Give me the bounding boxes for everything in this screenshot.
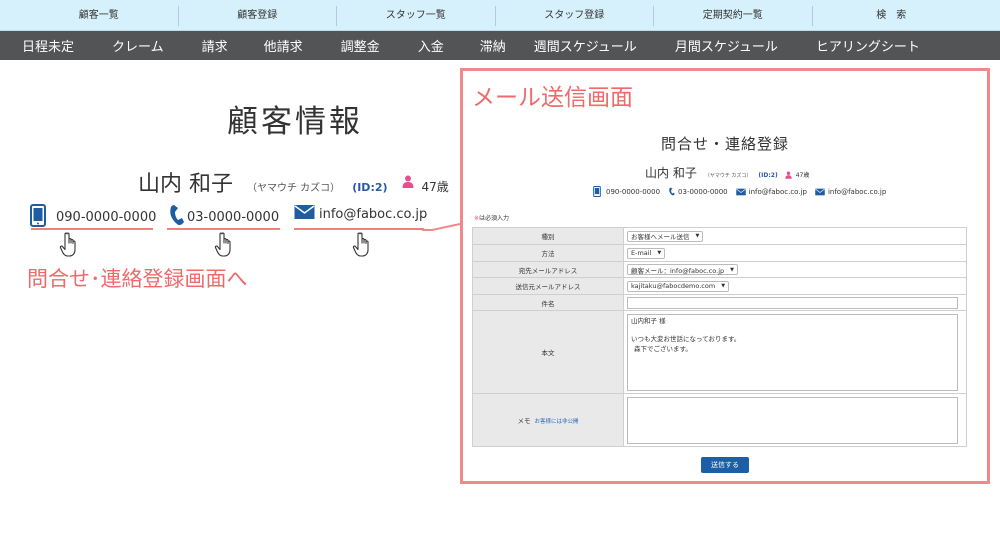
form-email-1[interactable]: info@faboc.co.jp bbox=[735, 187, 807, 196]
customer-age: 47歳 bbox=[421, 180, 449, 194]
mail-icon bbox=[294, 204, 315, 224]
top-nav-staff-list[interactable]: スタッフ一覧 bbox=[337, 6, 496, 26]
annotation-inquiry-label: 問合せ･連絡登録画面へ bbox=[27, 267, 248, 291]
send-button[interactable]: 送信する bbox=[701, 457, 749, 473]
required-note: ※は必須入力 bbox=[474, 213, 509, 222]
body-label: 本文 bbox=[472, 310, 624, 394]
nav-arrears[interactable]: 滞納 bbox=[480, 36, 506, 55]
body-textarea[interactable]: 山内和子 様 いつも大変お世話になっております。 森下でございます。 bbox=[627, 313, 958, 391]
mobile-number: 090-0000-0000 bbox=[56, 210, 157, 225]
subject-label: 件名 bbox=[472, 294, 624, 311]
person-icon bbox=[402, 173, 414, 192]
customer-name: 山内 和子 bbox=[138, 172, 233, 197]
form-customer-kana: （ヤマウチ カズコ） bbox=[704, 173, 752, 179]
top-nav-search[interactable]: 検 索 bbox=[813, 6, 971, 26]
top-nav-customer-register[interactable]: 顧客登録 bbox=[179, 6, 337, 26]
form-email-address-1: info@faboc.co.jp bbox=[748, 187, 807, 196]
memo-label-cell: メモ お客様には非公開 bbox=[472, 393, 624, 447]
mail-icon bbox=[735, 188, 746, 195]
body-line: いつも大変お世話になっております。 bbox=[631, 335, 741, 343]
form-mobile[interactable]: 090-0000-0000 bbox=[593, 186, 660, 197]
subject-input[interactable] bbox=[627, 296, 958, 309]
phone-number: 03-0000-0000 bbox=[187, 209, 280, 225]
chevron-down-icon: ▼ bbox=[730, 266, 734, 273]
chevron-down-icon: ▼ bbox=[657, 250, 662, 256]
customer-name-line: 山内 和子 （ヤマウチ カズコ） (ID:2) 47歳 bbox=[138, 166, 449, 198]
body-line: 山内和子 様 bbox=[631, 316, 666, 325]
form-contacts: 090-0000-0000 03-0000-0000 info@faboc.co… bbox=[593, 186, 894, 197]
mobile-underline bbox=[31, 228, 153, 230]
from-label: 送信元メールアドレス bbox=[472, 277, 624, 295]
form-email-address-2: info@faboc.co.jp bbox=[827, 187, 887, 196]
memo-label: メモ bbox=[517, 417, 531, 425]
phone-link[interactable]: 03-0000-0000 bbox=[167, 204, 279, 230]
form-customer-id: (ID:2) bbox=[758, 172, 778, 179]
nav-hearing-sheet[interactable]: ヒアリングシート bbox=[816, 36, 920, 55]
customer-kana: （ヤマウチ カズコ） bbox=[247, 183, 341, 194]
top-nav-customer-list[interactable]: 顧客一覧 bbox=[20, 6, 179, 26]
form-customer-age: 47歳 bbox=[795, 172, 810, 179]
customer-id: (ID:2) bbox=[352, 181, 388, 194]
required-note-text: は必須入力 bbox=[479, 215, 510, 222]
kind-select[interactable]: お客様へメール送信 ▼ bbox=[627, 230, 704, 242]
form-email-2[interactable]: info@faboc.co.jp bbox=[815, 188, 886, 196]
nav-weekly-schedule[interactable]: 週間スケジュール bbox=[534, 36, 637, 55]
hand-pointer-icon bbox=[214, 232, 231, 257]
row-to: 宛先メールアドレス 顧客メール：info@faboc.co.jp ▼ bbox=[472, 261, 967, 278]
to-select[interactable]: 顧客メール：info@faboc.co.jp ▼ bbox=[627, 264, 738, 275]
hand-pointer-icon bbox=[59, 232, 76, 257]
row-kind: 種別 お客様へメール送信 ▼ bbox=[472, 227, 967, 245]
to-label: 宛先メールアドレス bbox=[472, 261, 624, 278]
connector-line bbox=[422, 223, 461, 231]
phone-icon bbox=[167, 204, 185, 230]
phone-icon bbox=[669, 187, 675, 196]
top-nav: 顧客一覧 顧客登録 スタッフ一覧 スタッフ登録 定期契約一覧 検 索 bbox=[0, 0, 1000, 31]
row-subject: 件名 bbox=[472, 294, 967, 311]
email-underline bbox=[294, 228, 424, 230]
nav-other-billing[interactable]: 他請求 bbox=[264, 36, 303, 55]
form-customer-name: 山内 和子 bbox=[645, 166, 697, 180]
top-nav-staff-register[interactable]: スタッフ登録 bbox=[496, 6, 654, 26]
method-select[interactable]: E-mail ▼ bbox=[627, 247, 666, 259]
memo-note: お客様には非公開 bbox=[534, 419, 579, 425]
nav-monthly-schedule[interactable]: 月間スケジュール bbox=[675, 36, 778, 55]
email-link[interactable]: info@faboc.co.jp bbox=[294, 204, 427, 224]
chevron-down-icon: ▼ bbox=[721, 283, 726, 289]
memo-textarea[interactable] bbox=[627, 396, 958, 444]
mobile-phone-icon bbox=[30, 204, 46, 231]
kind-label: 種別 bbox=[472, 227, 624, 245]
nav-billing[interactable]: 請求 bbox=[202, 36, 228, 55]
nav-complaint[interactable]: クレーム bbox=[112, 36, 164, 55]
person-icon bbox=[784, 164, 792, 183]
row-body: 本文 山内和子 様 いつも大変お世話になっております。 森下でございます。 bbox=[472, 310, 967, 394]
method-label: 方法 bbox=[472, 244, 624, 262]
contact-form-table: 種別 お客様へメール送信 ▼ 方法 E-mail ▼ 宛先メールアドレス 顧客メール… bbox=[472, 227, 967, 447]
row-method: 方法 E-mail ▼ bbox=[472, 244, 967, 262]
main-nav: 日程未定 クレーム 請求 他請求 調整金 入金 滞納 週間スケジュール 月間スケ… bbox=[0, 31, 1000, 60]
from-select[interactable]: kajitaku@fabocdemo.com ▼ bbox=[627, 280, 730, 292]
body-line: 森下でございます。 bbox=[634, 344, 692, 353]
email-address: info@faboc.co.jp bbox=[319, 206, 428, 222]
form-mobile-number: 090-0000-0000 bbox=[606, 187, 661, 196]
chevron-down-icon: ▼ bbox=[695, 233, 700, 239]
nav-payment[interactable]: 入金 bbox=[418, 36, 444, 55]
form-title: 問合せ・連絡登録 bbox=[660, 135, 789, 153]
row-memo: メモ お客様には非公開 bbox=[472, 393, 967, 447]
form-customer-line: 山内 和子 （ヤマウチ カズコ） (ID:2) 47歳 bbox=[645, 164, 809, 183]
row-from: 送信元メールアドレス kajitaku@fabocdemo.com ▼ bbox=[472, 277, 967, 295]
phone-underline bbox=[167, 228, 280, 230]
annotation-mail-label: メール送信画面 bbox=[472, 85, 633, 111]
form-phone[interactable]: 03-0000-0000 bbox=[668, 187, 728, 196]
mail-icon bbox=[815, 188, 825, 195]
form-phone-number: 03-0000-0000 bbox=[678, 187, 728, 196]
mobile-link[interactable]: 090-0000-0000 bbox=[30, 204, 156, 231]
hand-pointer-icon bbox=[352, 232, 369, 257]
nav-undecided[interactable]: 日程未定 bbox=[22, 36, 74, 55]
mobile-phone-icon bbox=[593, 186, 601, 197]
top-nav-contract-list[interactable]: 定期契約一覧 bbox=[654, 6, 813, 26]
nav-adjustment[interactable]: 調整金 bbox=[341, 36, 380, 55]
